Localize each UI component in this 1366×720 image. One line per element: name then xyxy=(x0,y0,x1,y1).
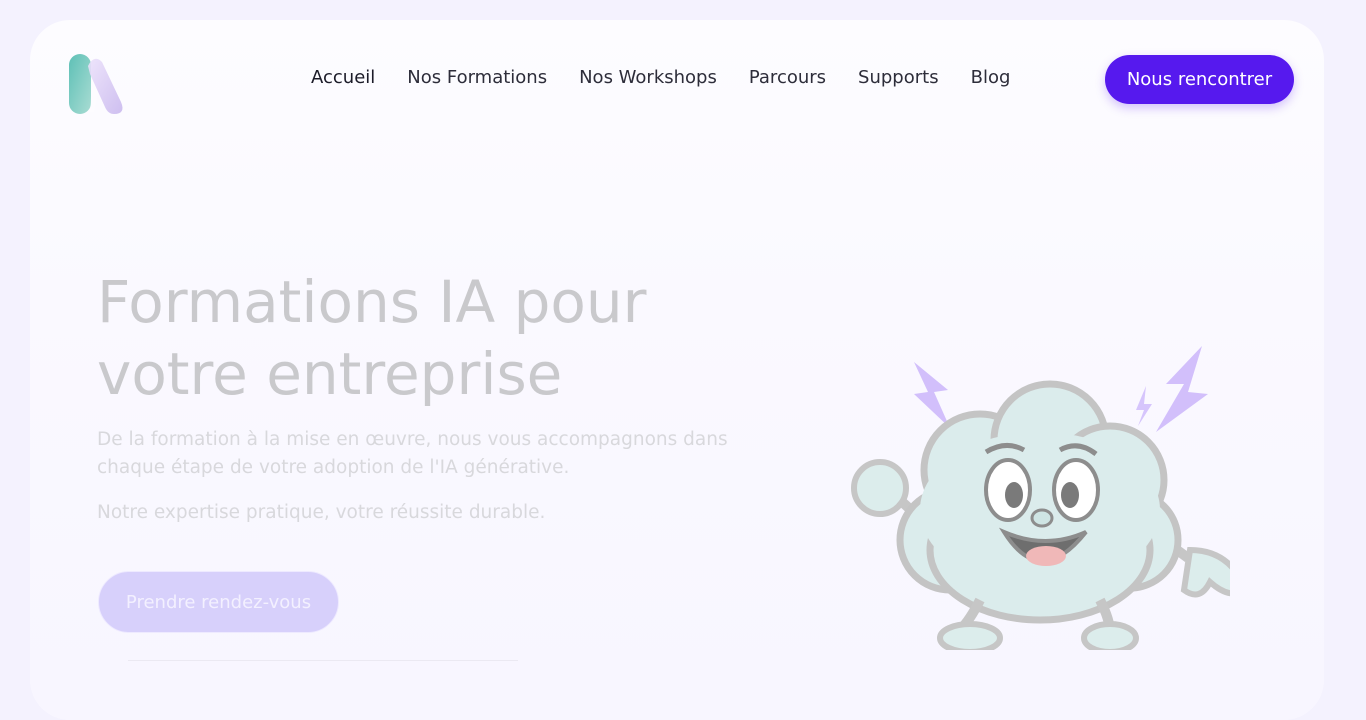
cloud-mascot-icon xyxy=(851,346,1230,650)
main-nav: Accueil Nos Formations Nos Workshops Par… xyxy=(311,67,1042,88)
hero-subtitle: De la formation à la mise en œuvre, nous… xyxy=(97,429,728,478)
hero-title: Formations IA pour votre entreprise xyxy=(97,266,737,410)
page-card: Accueil Nos Formations Nos Workshops Par… xyxy=(30,20,1324,720)
book-appointment-button[interactable]: Prendre rendez-vous xyxy=(98,571,339,633)
header: Accueil Nos Formations Nos Workshops Par… xyxy=(30,20,1324,130)
nav-item-supports[interactable]: Supports xyxy=(858,67,939,88)
nav-item-formations[interactable]: Nos Formations xyxy=(407,67,547,88)
hero-title-line2: votre entreprise xyxy=(97,340,563,408)
divider xyxy=(128,660,518,661)
nav-item-accueil[interactable]: Accueil xyxy=(311,67,375,88)
contact-button[interactable]: Nous rencontrer xyxy=(1105,55,1294,104)
nav-item-workshops[interactable]: Nos Workshops xyxy=(579,67,717,88)
nav-item-blog[interactable]: Blog xyxy=(971,67,1011,88)
logo-icon[interactable] xyxy=(68,52,126,116)
nav-item-parcours[interactable]: Parcours xyxy=(749,67,826,88)
hero-tagline: Notre expertise pratique, votre réussite… xyxy=(97,502,546,523)
hero-title-line1: Formations IA pour xyxy=(97,268,647,336)
